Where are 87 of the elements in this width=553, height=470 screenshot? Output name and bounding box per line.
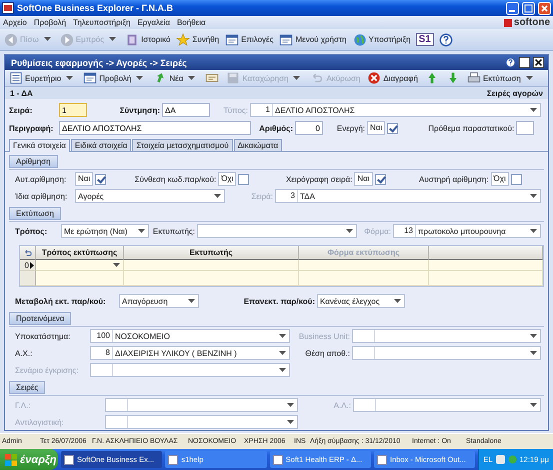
menu-item[interactable]: Αρχείο	[3, 18, 27, 27]
group-header: Προτεινόμενα	[9, 312, 72, 325]
field-label: Τρόπος:	[15, 226, 48, 236]
field-label: Α.Χ.:	[15, 348, 34, 358]
yes-no-value: Όχι	[490, 172, 509, 186]
tab[interactable]: Στοιχεία μετασχηματισμού	[132, 139, 233, 151]
toolbar-button[interactable]: S1	[416, 33, 434, 46]
code-field: 13	[394, 225, 416, 237]
combo-box[interactable]: Αγορές	[75, 189, 225, 203]
toolbar-button[interactable]: Υποστήριξη	[352, 30, 412, 48]
field-label: Σειρά:	[9, 106, 34, 114]
combo-value: Κανένας έλεγχος	[319, 296, 381, 306]
combo-value: Με ερώτηση (Ναι)	[63, 226, 128, 236]
window-title: SoftOne Business Explorer - Γ.Ν.Α.Β	[17, 3, 174, 13]
field-label: Πρόθεμα παραστατικού:	[427, 124, 516, 132]
field-label: Θέση αποθ.:	[304, 348, 351, 358]
toolbar-button[interactable]: Συνήθη	[175, 30, 220, 48]
text-field[interactable]: 1	[59, 103, 87, 117]
field-label: Φόρμα:	[363, 226, 392, 236]
field-label: Σενάριο έγκρισης:	[15, 366, 80, 374]
toolbar-button[interactable]: Μενού χρήστη	[278, 30, 348, 48]
field-label: Ίδια αρίθμηση:	[15, 192, 68, 200]
column-header[interactable]: Τρόπος εκτύπωσης	[36, 246, 124, 260]
code-field: 1	[251, 104, 273, 116]
text-field[interactable]: ΔΕΛΤΙΟ ΑΠΟΣΤΟΛΗΣ	[59, 121, 251, 135]
combo-box[interactable]: 8 ΔΙΑΧΕΙΡΙΣΗ ΥΛΙΚΟΥ ( ΒΕΝΖΙΝΗ )	[90, 346, 290, 360]
toolbar-button[interactable]: Ευρετήριο	[8, 69, 78, 87]
field-label: Σύνθεση κωδ.παρ/κού:	[134, 174, 218, 184]
field-label: Αντιλογιστική:	[15, 418, 65, 426]
combo-value: Αγορές	[77, 192, 105, 200]
combo-box[interactable]: Με ερώτηση (Ναι)	[61, 224, 149, 238]
menu-item[interactable]: Βοήθεια	[176, 18, 206, 27]
tab[interactable]: Δικαιώματα	[234, 139, 282, 151]
code-field: 3	[276, 190, 298, 202]
menu-item[interactable]: Εργαλεία	[137, 18, 170, 27]
combo-box[interactable]: Απαγόρευση	[119, 294, 199, 308]
field-label: Χειρόγραφη σειρά:	[284, 174, 354, 184]
text-field[interactable]: ΔΑ	[162, 103, 210, 117]
field-label: Μεταβολή εκτ. παρ/κού:	[15, 296, 107, 306]
code-field: 8	[91, 347, 113, 359]
field-label: Εκτυπωτής:	[152, 226, 196, 236]
field-label: Γ.Λ.:	[15, 400, 32, 410]
combo-value: ΤΔΑ	[299, 192, 316, 200]
field-label: Αυστηρή αρίθμηση:	[418, 174, 490, 184]
combo-value: Απαγόρευση	[121, 296, 169, 306]
code-field: 100	[91, 330, 113, 342]
object-title: Σειρές αγορών	[486, 88, 543, 98]
toolbar-button[interactable]: Εκτύπωση	[466, 69, 537, 87]
logo: softone	[504, 17, 550, 28]
field-label: Τύπος:	[222, 106, 249, 114]
menu-item[interactable]: Προβολή	[34, 18, 66, 27]
record-title: 1 - ΔΑ	[10, 88, 33, 98]
combo-box[interactable]: Κανένας έλεγχος	[317, 294, 405, 308]
inner-window-title: Ρυθμίσεις εφαρμογής -> Αγορές -> Σειρές	[11, 58, 188, 68]
combo-value: ΝΟΣΟΚΟΜΕΙΟ	[114, 332, 171, 340]
yes-no-value: Ναι	[367, 121, 386, 135]
yes-no-value: Ναι	[354, 172, 373, 186]
tab[interactable]: Γενικά στοιχεία	[9, 139, 70, 152]
yes-no-value: Όχι	[218, 172, 236, 186]
column-header[interactable]: Εκτυπωτής	[124, 246, 299, 260]
combo-value: ΔΙΑΧΕΙΡΙΣΗ ΥΛΙΚΟΥ ( ΒΕΝΖΙΝΗ )	[114, 348, 238, 358]
field-label: Επανεκτ. παρ/κού:	[242, 296, 316, 306]
group-header: Αρίθμηση	[9, 155, 58, 168]
combo-box[interactable]: 100 ΝΟΣΟΚΟΜΕΙΟ	[90, 329, 290, 343]
group-header: Σειρές	[9, 381, 46, 394]
row-number: 0	[24, 260, 29, 270]
field-label: Σύντμηση:	[118, 106, 161, 114]
toolbar-button[interactable]: Νέα	[152, 69, 200, 87]
field-label: Υποκατάστημα:	[15, 332, 72, 340]
field-label: Περιγραφή:	[9, 124, 54, 132]
text-field[interactable]: 0	[295, 121, 323, 135]
field-label: Α.Λ.:	[332, 400, 352, 410]
field-label: Αριθμός:	[258, 124, 294, 132]
field-label: Business Unit:	[298, 332, 351, 340]
yes-no-value: Ναι	[75, 172, 94, 186]
combo-value: ΔΕΛΤΙΟ ΑΠΟΣΤΟΛΗΣ	[274, 106, 356, 114]
toolbar-button[interactable]: Διαγραφή	[366, 69, 419, 87]
toolbar-button[interactable]: Προβολή	[82, 69, 148, 87]
menu-item[interactable]: Τηλευποστήριξη	[73, 18, 130, 27]
tab[interactable]: Ειδικά στοιχεία	[70, 139, 132, 151]
group-header: Εκτύπωση	[9, 207, 61, 220]
combo-value: πρωτοκολο μπουρουνηα	[417, 226, 507, 236]
toolbar-button[interactable]: Ιστορικό	[124, 30, 172, 48]
field-label: Σειρά:	[250, 192, 274, 200]
field-label: Ενεργή:	[336, 124, 366, 132]
toolbar-button[interactable]: Επιλογές	[224, 30, 274, 48]
field-label: Αυτ.αρίθμηση:	[15, 174, 68, 184]
